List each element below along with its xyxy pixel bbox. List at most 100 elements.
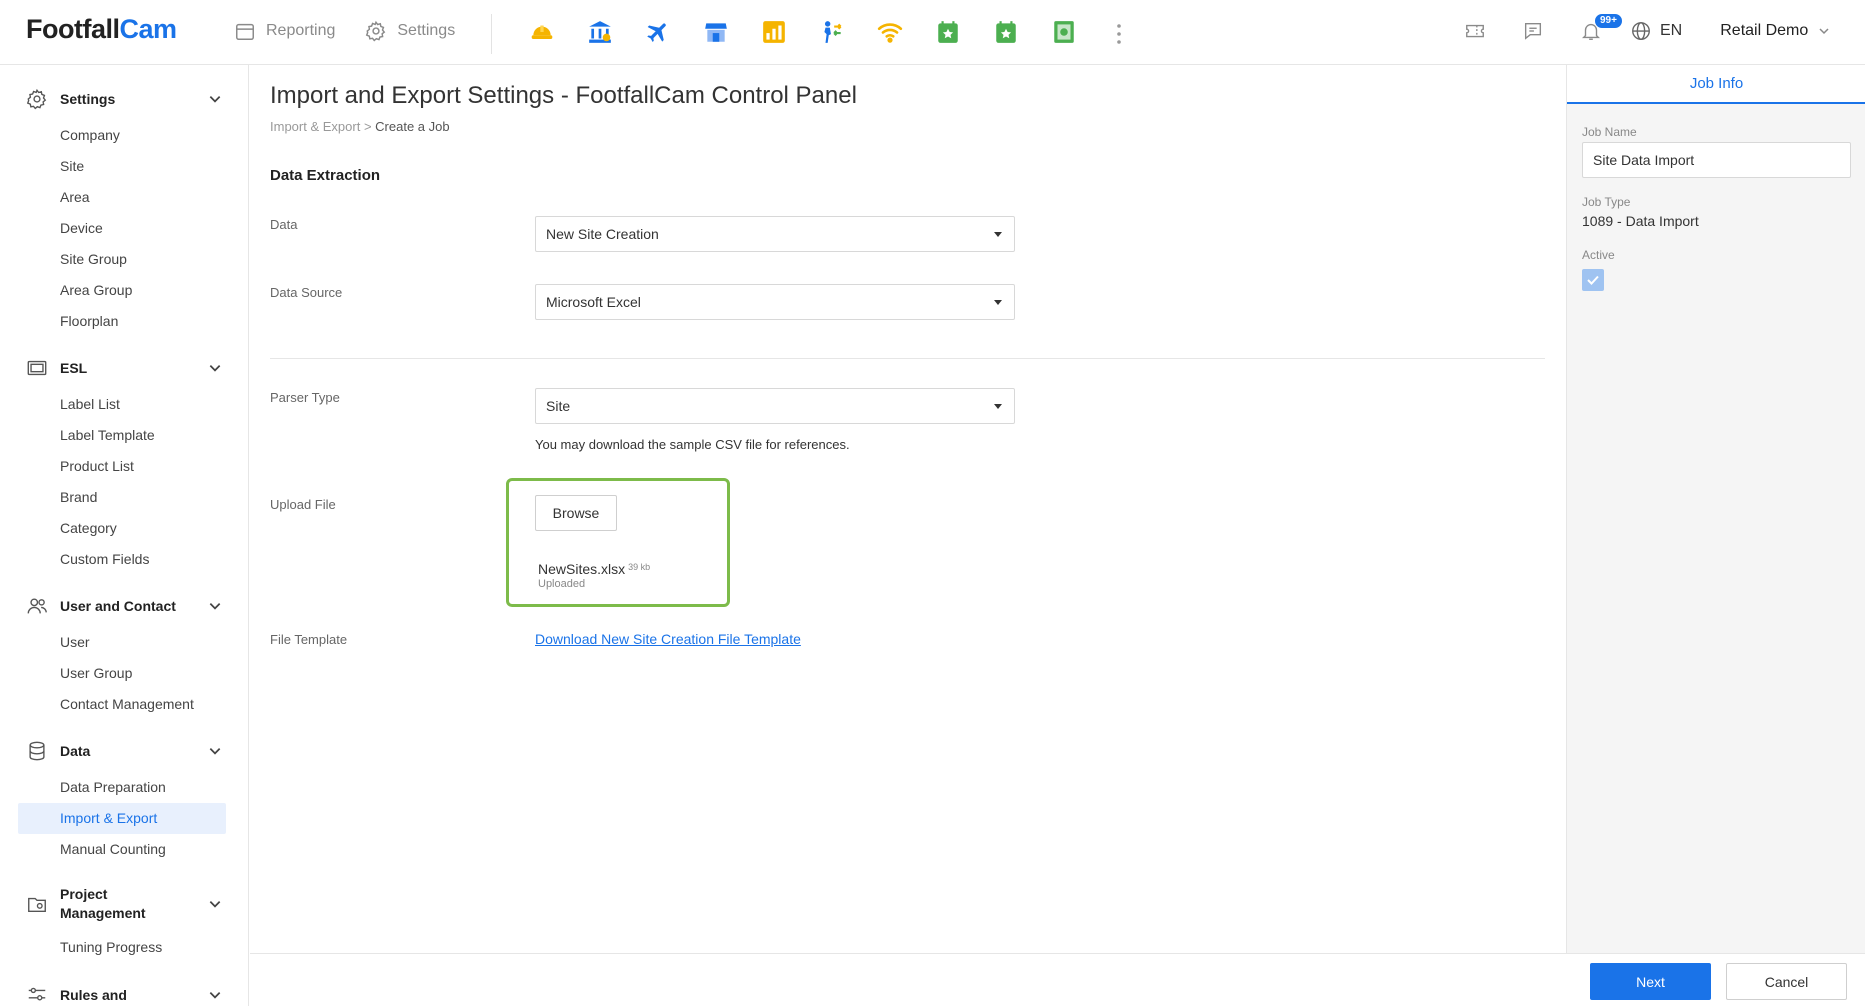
more-vertical-icon[interactable]	[1112, 20, 1126, 48]
file-size: 39 kb	[628, 562, 651, 572]
top-nav: Reporting Settings	[234, 20, 455, 42]
parser-type-select[interactable]: Site	[535, 388, 1015, 424]
sidebar-item-brand[interactable]: Brand	[18, 482, 226, 513]
wifi-icon[interactable]	[876, 18, 904, 46]
caret-down-icon	[994, 300, 1002, 305]
sidebar-item-company[interactable]: Company	[18, 120, 226, 151]
chevron-down-icon	[209, 603, 221, 610]
chevron-down-icon	[209, 901, 221, 908]
chat-icon[interactable]	[1518, 16, 1548, 46]
chevron-down-icon	[209, 365, 221, 372]
sidebar-section-title: Data	[60, 742, 91, 759]
hardhat-icon[interactable]	[528, 18, 556, 46]
sidebar-item-product-list[interactable]: Product List	[18, 451, 226, 482]
data-select-value: New Site Creation	[546, 226, 659, 242]
sidebar-section-data[interactable]: Data	[26, 740, 222, 762]
people-transfer-icon[interactable]	[818, 18, 846, 46]
footer-bar: Next Cancel	[250, 953, 1865, 1006]
header-tools: 99+ EN Retail Demo	[1460, 13, 1830, 46]
bank-icon[interactable]	[586, 18, 614, 46]
job-name-label: Job Name	[1582, 125, 1637, 139]
job-info-panel: Job Info Job Name Job Type 1089 - Data I…	[1566, 65, 1865, 953]
caret-down-icon	[994, 404, 1002, 409]
sidebar-section-user-contact[interactable]: User and Contact	[26, 595, 222, 617]
notification-bell[interactable]: 99+	[1576, 13, 1623, 46]
language-selector[interactable]: EN	[1630, 20, 1682, 42]
sidebar-item-label-template[interactable]: Label Template	[18, 420, 226, 451]
sidebar-item-floorplan[interactable]: Floorplan	[18, 306, 226, 337]
sidebar-item-custom-fields[interactable]: Custom Fields	[18, 544, 226, 575]
cancel-button[interactable]: Cancel	[1726, 963, 1847, 1000]
upload-file-label: Upload File	[270, 497, 336, 512]
sidebar-item-data-preparation[interactable]: Data Preparation	[18, 772, 226, 803]
sidebar-section-settings[interactable]: Settings	[26, 88, 222, 110]
database-icon	[29, 741, 45, 761]
sidebar-item-contact-management[interactable]: Contact Management	[18, 689, 226, 720]
rules-icon	[28, 987, 46, 1001]
sidebar-item-area-group[interactable]: Area Group	[18, 275, 226, 306]
chart-icon[interactable]	[760, 18, 788, 46]
logo-text-left: Footfall	[26, 14, 120, 44]
sidebar-item-import-export[interactable]: Import & Export	[18, 803, 226, 834]
next-button[interactable]: Next	[1590, 963, 1711, 1000]
data-label: Data	[270, 217, 298, 232]
nav-reporting-label: Reporting	[266, 22, 336, 39]
download-template-link[interactable]: Download New Site Creation File Template	[535, 631, 801, 647]
sidebar-section-rules[interactable]: Rules and	[26, 984, 222, 1006]
sidebar-section-title: ESL	[60, 359, 88, 376]
data-source-label: Data Source	[270, 285, 343, 300]
sidebar-item-site-group[interactable]: Site Group	[18, 244, 226, 275]
nav-reporting[interactable]: Reporting	[234, 20, 335, 42]
breadcrumb: Import & Export > Create a Job	[270, 119, 450, 134]
sidebar-section-esl[interactable]: ESL	[26, 357, 222, 379]
sidebar-item-user-group[interactable]: User Group	[18, 658, 226, 689]
active-label: Active	[1582, 248, 1615, 262]
data-select[interactable]: New Site Creation	[535, 216, 1015, 252]
sidebar-item-device[interactable]: Device	[18, 213, 226, 244]
chevron-down-icon	[209, 748, 221, 755]
sidebar-item-category[interactable]: Category	[18, 513, 226, 544]
file-name: NewSites.xlsx	[538, 561, 626, 577]
nav-settings[interactable]: Settings	[365, 20, 455, 42]
logo[interactable]: FootfallCam	[26, 14, 177, 45]
calendar-star-icon[interactable]	[934, 18, 962, 46]
job-name-input[interactable]	[1582, 142, 1851, 178]
sidebar-item-area[interactable]: Area	[18, 182, 226, 213]
calendar-star-icon[interactable]	[992, 18, 1020, 46]
sidebar-section-project-management[interactable]: Project Management	[26, 885, 222, 923]
globe-icon	[1632, 22, 1650, 40]
browse-button[interactable]: Browse	[535, 495, 617, 531]
chevron-down-icon	[1819, 28, 1829, 35]
language-label: EN	[1660, 22, 1683, 39]
chevron-down-icon	[209, 96, 221, 103]
data-source-select[interactable]: Microsoft Excel	[535, 284, 1015, 320]
sidebar: Settings Company Site Area Device Site G…	[0, 65, 249, 1006]
nav-divider	[491, 14, 492, 54]
uploaded-file[interactable]: NewSites.xlsx 39 kb	[538, 561, 650, 577]
notification-badge: 99+	[1594, 13, 1623, 29]
money-icon[interactable]	[1050, 18, 1078, 46]
airplane-icon[interactable]	[644, 18, 672, 46]
sidebar-item-user[interactable]: User	[18, 627, 226, 658]
breadcrumb-parent[interactable]: Import & Export	[270, 119, 360, 134]
gear-icon	[366, 20, 386, 42]
check-icon	[1587, 275, 1599, 285]
calendar-icon	[236, 23, 254, 40]
chevron-down-icon	[209, 992, 221, 999]
sidebar-item-manual-counting[interactable]: Manual Counting	[18, 834, 226, 865]
sidebar-item-label-list[interactable]: Label List	[18, 389, 226, 420]
sidebar-section-title: Rules and	[60, 986, 127, 1003]
logo-text-right: Cam	[119, 14, 177, 44]
page-title: Import and Export Settings - FootfallCam…	[270, 82, 857, 109]
sidebar-item-site[interactable]: Site	[18, 151, 226, 182]
app-launcher	[528, 18, 1078, 46]
ticket-icon[interactable]	[1460, 16, 1490, 46]
sidebar-section-title-line1: Project	[60, 886, 108, 902]
parser-type-select-value: Site	[546, 398, 571, 414]
user-menu[interactable]: Retail Demo	[1720, 22, 1830, 40]
active-checkbox[interactable]	[1582, 269, 1604, 291]
store-icon[interactable]	[702, 18, 730, 46]
gear-icon	[26, 88, 47, 110]
sidebar-item-tuning-progress[interactable]: Tuning Progress	[18, 932, 226, 963]
tab-job-info[interactable]: Job Info	[1567, 65, 1865, 104]
